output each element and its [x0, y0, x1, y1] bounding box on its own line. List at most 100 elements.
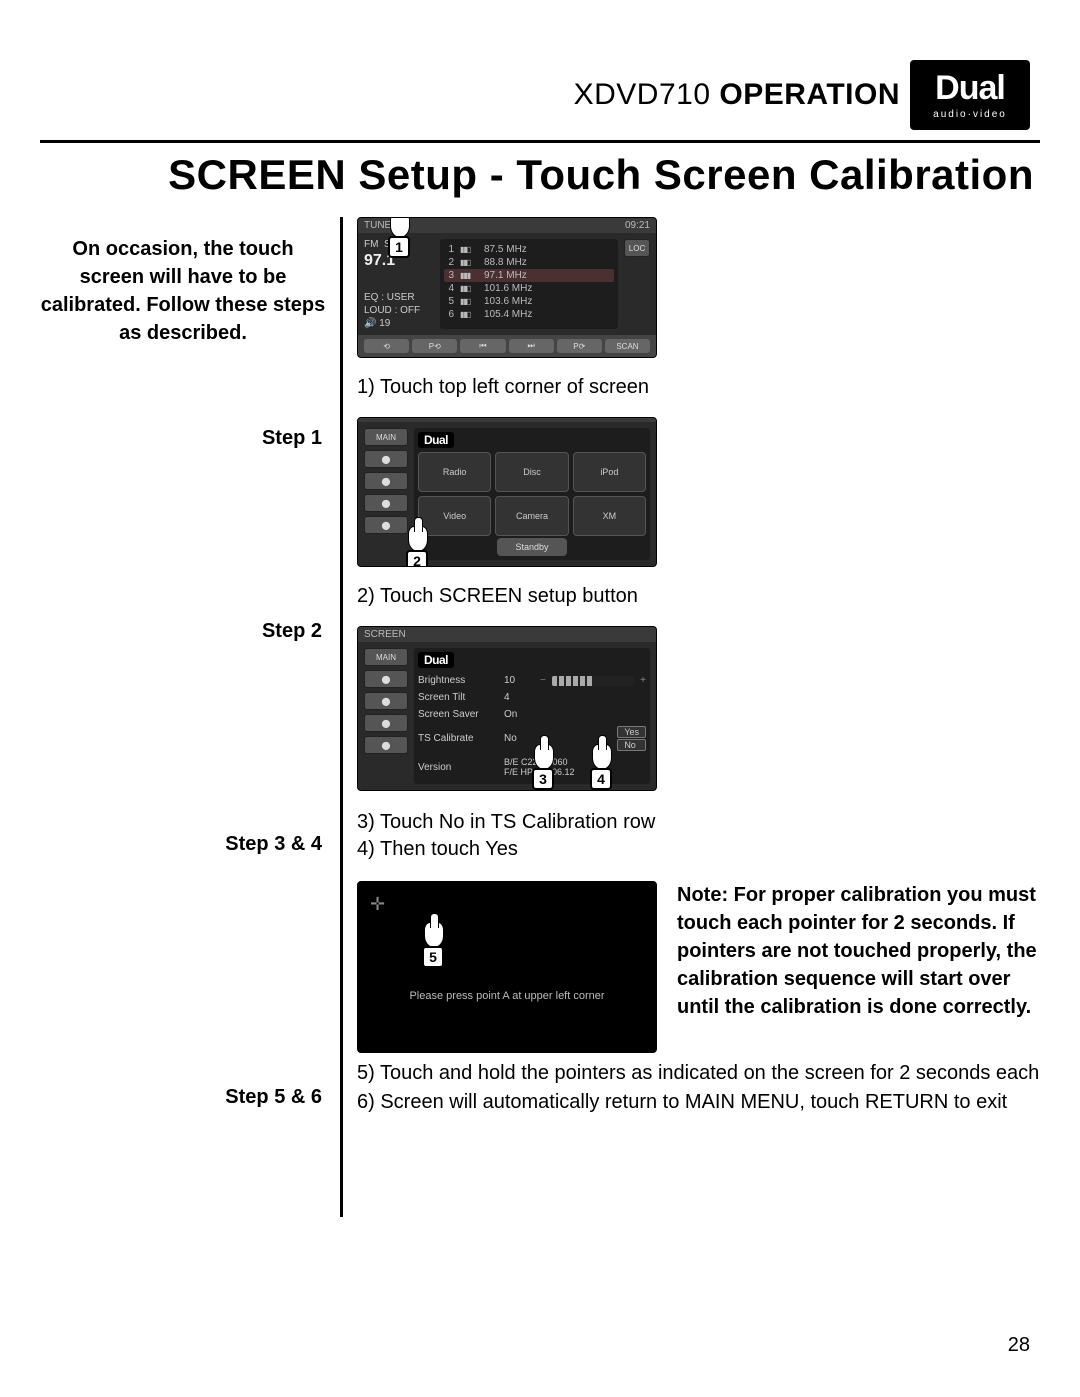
tuner-topbar: TUNER 09:21	[358, 218, 656, 233]
ctrl-4[interactable]: ⏭	[509, 339, 554, 353]
saver-value: On	[504, 709, 534, 720]
step-2-label: Step 2	[40, 620, 326, 643]
tuner-header-left: TUNER	[364, 220, 398, 231]
ts-calibrate-value[interactable]: No	[504, 733, 534, 744]
tile-ipod[interactable]: iPod	[573, 452, 646, 492]
main-button[interactable]: MAIN	[364, 428, 408, 446]
calibration-row: ✛ Please press point A at upper left cor…	[357, 881, 1040, 1021]
side-btn-5[interactable]: ⬤	[364, 516, 408, 534]
menu-panel: Dual Radio Disc iPod Video Camera XM Sta…	[414, 428, 650, 560]
ctrl-2[interactable]: P⟲	[412, 339, 457, 353]
loc-button[interactable]: LOC	[624, 239, 650, 257]
saver-label: Screen Saver	[418, 709, 498, 720]
tuner-controls: ⟲ P⟲ ⏮ ⏭ P⟳ SCAN	[358, 335, 656, 357]
ctrl-1[interactable]: ⟲	[364, 339, 409, 353]
settings-side-5[interactable]: ⬤	[364, 736, 408, 754]
vol-icon: 🔊	[364, 318, 376, 329]
menu-side: MAIN ⬤ ⬤ ⬤ ⬤	[364, 428, 408, 560]
settings-side-4[interactable]: ⬤	[364, 714, 408, 732]
preset-list: 1▮▮▯87.5 MHz 2▮▮▯88.8 MHz 3▮▮▮97.1 MHz 4…	[440, 239, 618, 329]
tuner-clock: 09:21	[625, 220, 650, 231]
page-title: SCREEN Setup - Touch Screen Calibration	[40, 151, 1034, 199]
step-1-label: Step 1	[40, 427, 326, 450]
settings-header: SCREEN	[364, 629, 406, 640]
settings-main-button[interactable]: MAIN	[364, 648, 408, 666]
calibration-message: Please press point A at upper left corne…	[358, 990, 656, 1002]
screenshot-tuner: TUNER 09:21 FM ST 97.1 EQ : USER LOUD : …	[357, 217, 657, 358]
tile-disc[interactable]: Disc	[495, 452, 568, 492]
page-header: XDVD710 OPERATION Dual audio·video	[40, 60, 1040, 130]
page-number: 28	[1008, 1334, 1030, 1357]
main-content: On occasion, the touch screen will have …	[40, 217, 1040, 1217]
calibration-cross-icon: ✛	[370, 894, 385, 915]
side-btn-2[interactable]: ⬤	[364, 450, 408, 468]
caption-5: 5) Touch and hold the pointers as indica…	[357, 1059, 1040, 1088]
right-column: TUNER 09:21 FM ST 97.1 EQ : USER LOUD : …	[343, 217, 1040, 1217]
tuner-band: FM	[364, 239, 378, 250]
caption-1: 1) Touch top left corner of screen	[357, 376, 1040, 399]
tuner-left-panel: FM ST 97.1 EQ : USER LOUD : OFF 🔊 19	[364, 239, 434, 329]
settings-side: MAIN ⬤ ⬤ ⬤ ⬤	[364, 648, 408, 784]
header-rule	[40, 140, 1040, 143]
final-steps: 5) Touch and hold the pointers as indica…	[357, 1059, 1040, 1117]
model-number: XDVD710	[574, 78, 711, 111]
ts-calibrate-label: TS Calibrate	[418, 733, 498, 744]
callout-5-badge: 5	[422, 946, 444, 968]
screenshot-screen-settings: SCREEN MAIN ⬤ ⬤ ⬤ ⬤ Dual Brightness 10 −	[357, 626, 657, 791]
brightness-meter[interactable]	[552, 676, 634, 686]
hand-icon	[424, 922, 444, 948]
dual-tag: Dual	[418, 432, 454, 448]
loud-label: LOUD	[364, 305, 392, 316]
no-button[interactable]: No	[617, 739, 646, 751]
ctrl-6[interactable]: SCAN	[605, 339, 650, 353]
tilt-label: Screen Tilt	[418, 692, 498, 703]
logo-main-text: Dual	[935, 71, 1005, 105]
minus-icon[interactable]: −	[540, 675, 546, 686]
caption-2: 2) Touch SCREEN setup button	[357, 585, 1040, 608]
side-btn-3[interactable]: ⬤	[364, 472, 408, 490]
tile-radio[interactable]: Radio	[418, 452, 491, 492]
calibration-note: Note: For proper calibration you must to…	[677, 881, 1037, 1021]
header-text: XDVD710 OPERATION	[574, 78, 900, 112]
brightness-value: 10	[504, 675, 534, 686]
callout-5: 5	[418, 922, 452, 966]
caption-3: 3) Touch No in TS Calibration row	[357, 809, 1040, 836]
tile-video[interactable]: Video	[418, 496, 491, 536]
caption-3-4: 3) Touch No in TS Calibration row 4) The…	[357, 809, 1040, 863]
side-btn-4[interactable]: ⬤	[364, 494, 408, 512]
yes-button[interactable]: Yes	[617, 726, 646, 738]
brightness-label: Brightness	[418, 675, 498, 686]
step-3-4-label: Step 3 & 4	[40, 833, 326, 856]
ctrl-5[interactable]: P⟳	[557, 339, 602, 353]
settings-side-3[interactable]: ⬤	[364, 692, 408, 710]
plus-icon[interactable]: +	[640, 675, 646, 686]
dual-logo: Dual audio·video	[910, 60, 1030, 130]
eq-label: EQ	[364, 292, 378, 303]
logo-sub-text: audio·video	[933, 109, 1007, 120]
operation-word: OPERATION	[719, 78, 900, 111]
tile-camera[interactable]: Camera	[495, 496, 568, 536]
screenshot-main-menu: MAIN ⬤ ⬤ ⬤ ⬤ Dual Radio Disc iPod Video …	[357, 417, 657, 567]
version-label: Version	[418, 762, 498, 773]
intro-text: On occasion, the touch screen will have …	[40, 235, 326, 347]
screenshot-calibration: ✛ Please press point A at upper left cor…	[357, 881, 657, 1053]
standby-button[interactable]: Standby	[497, 538, 567, 556]
ctrl-3[interactable]: ⏮	[460, 339, 505, 353]
left-column: On occasion, the touch screen will have …	[40, 217, 340, 1217]
vol-value: 19	[379, 318, 390, 329]
version-a: B/E C22.01.060	[504, 757, 575, 767]
eq-value: USER	[387, 292, 415, 303]
caption-4: 4) Then touch Yes	[357, 836, 1040, 863]
tuner-freq: 97.1	[364, 252, 395, 269]
settings-topbar: SCREEN	[358, 627, 656, 642]
dual-tag: Dual	[418, 652, 454, 668]
settings-side-2[interactable]: ⬤	[364, 670, 408, 688]
loud-value: OFF	[400, 305, 420, 316]
menu-grid: Radio Disc iPod Video Camera XM	[418, 452, 646, 536]
tilt-value: 4	[504, 692, 534, 703]
version-b: F/E HPD60.06.12	[504, 767, 575, 777]
tile-xm[interactable]: XM	[573, 496, 646, 536]
settings-panel: Dual Brightness 10 − + Screen Tilt 4 Scr…	[414, 648, 650, 784]
calibration-screen[interactable]: ✛ Please press point A at upper left cor…	[358, 882, 656, 1052]
yes-no-popup: Yes No	[617, 726, 646, 751]
